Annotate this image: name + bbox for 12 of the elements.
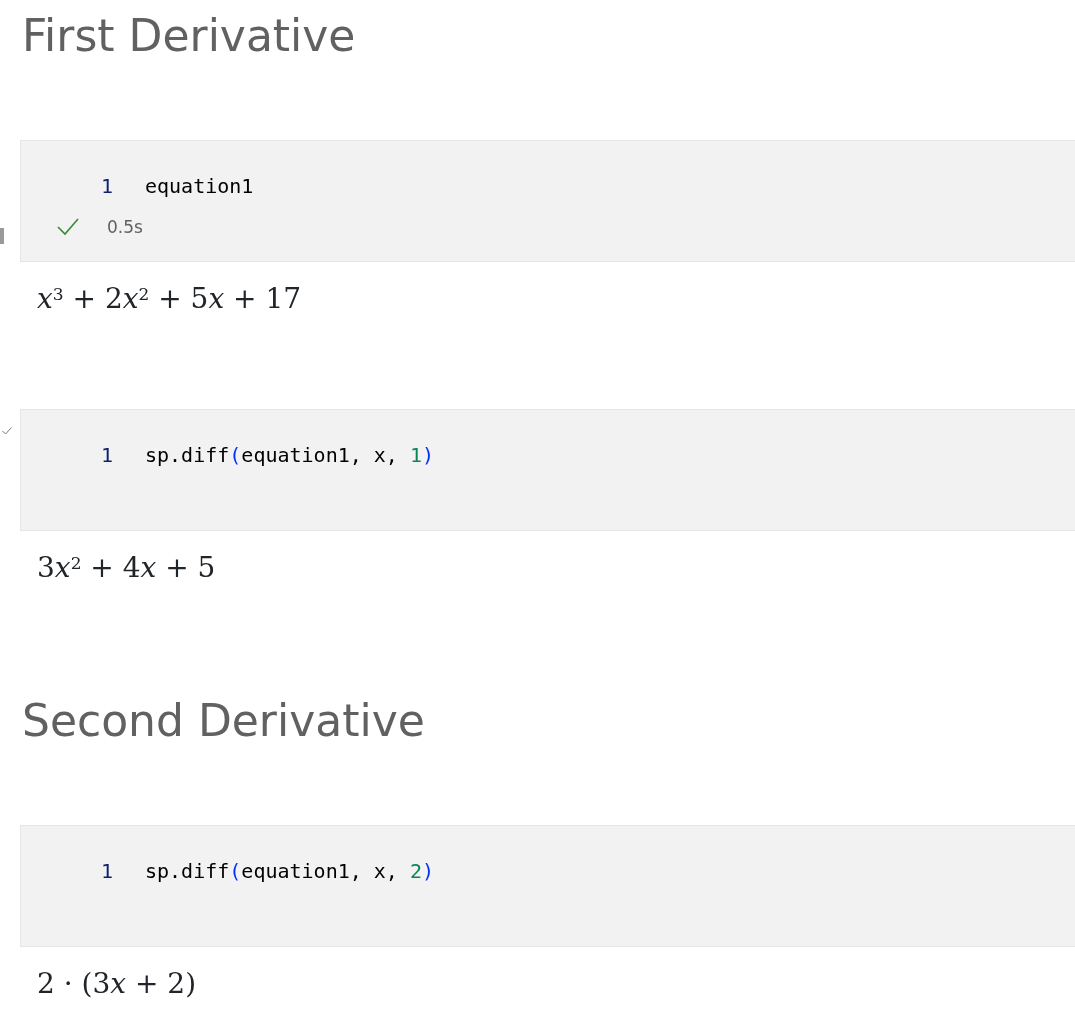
math-output: 3x$^{2}$ + 4x + 5	[37, 550, 216, 586]
math-output: 2 · (3x + 2)	[37, 966, 197, 1002]
line-number: 1	[99, 174, 113, 198]
section-heading: Second Derivative	[22, 694, 425, 748]
line-number: 1	[99, 859, 113, 883]
section-heading: First Derivative	[22, 9, 356, 63]
code-line: sp.diff(equation1, x, 2)	[145, 859, 434, 883]
math-output: x$^{3}$ + 2x$^{2}$ + 5x + 17	[37, 281, 302, 317]
line-number: 1	[99, 443, 113, 467]
code-line: equation1	[145, 174, 254, 198]
execution-time: 0.5s	[107, 216, 143, 239]
code-line: sp.diff(equation1, x, 1)	[145, 443, 434, 467]
